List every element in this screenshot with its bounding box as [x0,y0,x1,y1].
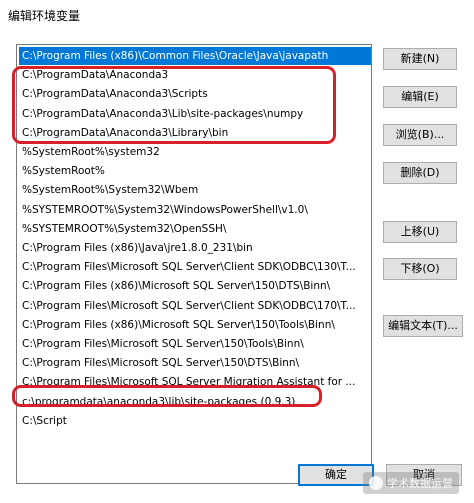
path-list-item[interactable]: C:\Program Files\Microsoft SQL Server\15… [19,335,371,353]
path-list-item[interactable]: c:\programdata\anaconda3\lib\site-packag… [19,393,371,411]
path-list-item[interactable]: C:\Program Files (x86)\Microsoft SQL Ser… [19,277,371,295]
delete-button[interactable]: 删除(D) [383,162,457,184]
edit-env-variable-dialog: 编辑环境变量 C:\Program Files (x86)\Common Fil… [0,0,474,503]
path-list-item[interactable]: %SYSTEMROOT%\System32\WindowsPowerShell\… [19,201,371,219]
path-list-item[interactable]: %SYSTEMROOT%\System32\OpenSSH\ [19,220,371,238]
wechat-icon [369,476,383,490]
edit-button[interactable]: 编辑(E) [383,86,457,108]
path-list-item[interactable]: C:\ProgramData\Anaconda3\Lib\site-packag… [19,105,371,123]
move-up-button[interactable]: 上移(U) [383,221,457,243]
path-list-item[interactable]: C:\ProgramData\Anaconda3\Library\bin [19,124,371,142]
path-list-item[interactable]: C:\ProgramData\Anaconda3\Scripts [19,85,371,103]
watermark-text: 学术数据运营 [387,477,453,490]
path-list-item[interactable]: C:\ProgramData\Anaconda3 [19,66,371,84]
path-list-item[interactable]: C:\Program Files\Microsoft SQL Server\15… [19,354,371,372]
path-list-item[interactable]: C:\Program Files\Microsoft SQL Server\Cl… [19,297,371,315]
path-list-item[interactable]: %SystemRoot%\System32\Wbem [19,181,371,199]
move-down-button[interactable]: 下移(O) [383,258,457,280]
watermark: 学术数据运营 [363,472,459,494]
path-list-item[interactable]: %SystemRoot%\system32 [19,143,371,161]
browse-button[interactable]: 浏览(B)... [383,124,457,146]
path-list-item[interactable]: %SystemRoot% [19,162,371,180]
path-list-item[interactable]: C:\Program Files\Microsoft SQL Server Mi… [19,373,371,391]
edit-text-button[interactable]: 编辑文本(T)... [383,315,463,337]
path-list-item[interactable]: C:\Program Files (x86)\Java\jre1.8.0_231… [19,239,371,257]
path-list-item[interactable]: C:\Program Files (x86)\Common Files\Orac… [19,47,371,65]
new-button[interactable]: 新建(N) [383,48,457,70]
path-list-item[interactable]: C:\Script [19,412,371,430]
title-bar[interactable]: 编辑环境变量 [0,0,474,30]
path-list[interactable]: C:\Program Files (x86)\Common Files\Orac… [16,44,372,484]
path-list-item[interactable]: C:\Program Files\Microsoft SQL Server\Cl… [19,258,371,276]
path-list-item[interactable]: C:\Program Files (x86)\Microsoft SQL Ser… [19,316,371,334]
dialog-title: 编辑环境变量 [8,9,81,23]
